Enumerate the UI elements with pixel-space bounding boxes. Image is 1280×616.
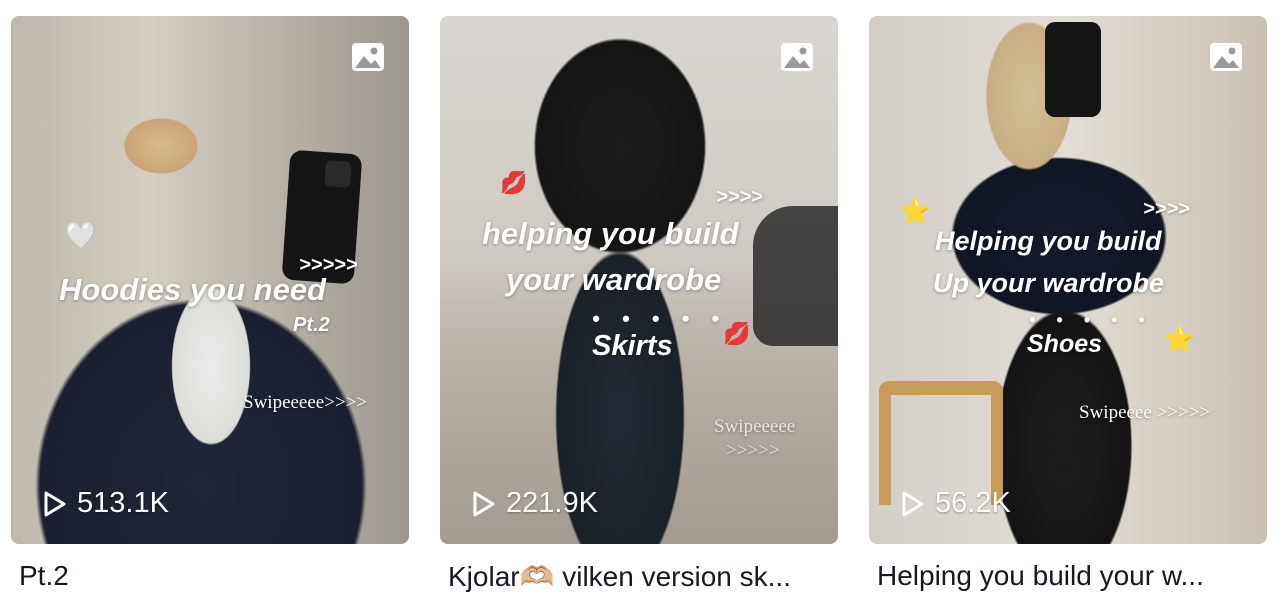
overlay-swipe: Swipeeeee (714, 416, 796, 437)
overlay-line-3: Shoes (1027, 330, 1103, 358)
white-heart-emoji: 🤍 (65, 220, 98, 250)
video-thumbnail[interactable]: 💋 💋 >>>> helping you build your wardrobe… (440, 16, 838, 544)
overlay-swipe: Swipeeeee>>>> (243, 392, 368, 413)
star-emoji: ⭐ (899, 196, 932, 226)
video-card[interactable]: ⭐ ⭐ >>>> Helping you build Up your wardr… (869, 16, 1267, 592)
overlay-line-1: Helping you build (935, 226, 1162, 256)
video-card[interactable]: 💋 💋 >>>> helping you build your wardrobe… (440, 16, 838, 593)
star-emoji: ⭐ (1163, 324, 1196, 354)
play-icon (902, 491, 924, 516)
play-icon (44, 491, 66, 516)
overlay-dots: • • • • • (592, 306, 727, 331)
image-icon (1209, 42, 1243, 72)
phone-in-photo (1045, 22, 1101, 117)
lips-emoji: 💋 (500, 170, 528, 195)
video-card[interactable]: 🤍 >>>>> Hoodies you need Pt.2 Swipeeeee>… (11, 16, 409, 592)
play-count-group: 513.1K (43, 487, 169, 520)
play-count-group: 221.9K (472, 487, 598, 520)
play-icon (473, 491, 495, 516)
overlay-arrows: >>>> (716, 186, 763, 208)
chair-in-photo (753, 206, 838, 346)
image-icon (780, 42, 814, 72)
overlay-line-2: Up your wardrobe (933, 268, 1165, 298)
overlay-line-1: helping you build (482, 216, 739, 251)
play-count: 221.9K (506, 487, 598, 519)
overlay-line-2: your wardrobe (506, 262, 722, 297)
play-count: 513.1K (77, 487, 169, 519)
overlay-swipe-arrows: >>>>> (726, 440, 780, 461)
lips-emoji: 💋 (723, 321, 751, 346)
image-icon (351, 42, 385, 72)
overlay-title: Hoodies you need (59, 272, 326, 307)
video-caption[interactable]: Pt.2 (11, 560, 399, 592)
video-thumbnail[interactable]: ⭐ ⭐ >>>> Helping you build Up your wardr… (869, 16, 1267, 544)
video-caption[interactable]: Helping you build your w... (869, 560, 1257, 592)
overlay-arrows: >>>> (1143, 198, 1190, 220)
play-count: 56.2K (935, 487, 1011, 519)
overlay-swipe: Swipeeee >>>>> (1079, 402, 1211, 423)
video-caption[interactable]: Kjolar🫶🏼 vilken version sk... (440, 560, 828, 593)
video-thumbnail[interactable]: 🤍 >>>>> Hoodies you need Pt.2 Swipeeeee>… (11, 16, 409, 544)
overlay-dots: • • • • • (1029, 310, 1153, 330)
overlay-subtitle: Pt.2 (293, 314, 330, 336)
play-count-group: 56.2K (901, 487, 1011, 520)
overlay-line-3: Skirts (592, 330, 673, 362)
